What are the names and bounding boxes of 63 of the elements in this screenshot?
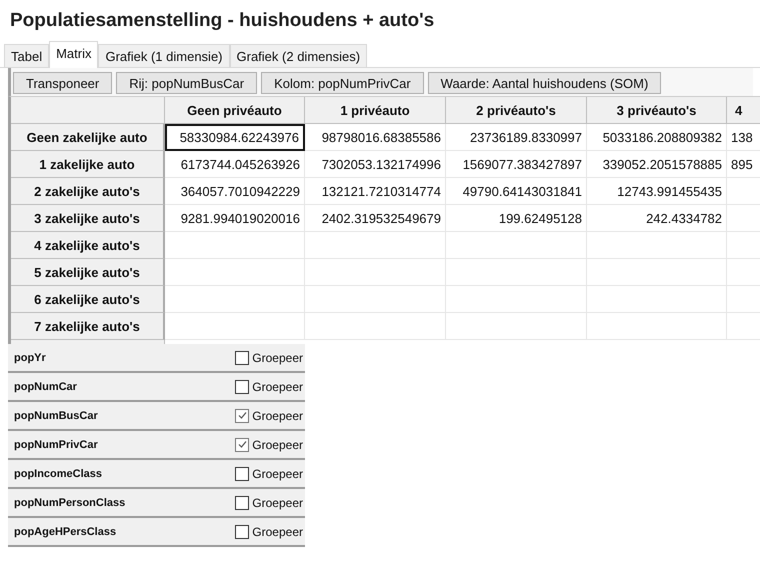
checkbox-label[interactable]: Groepeer	[252, 380, 305, 394]
row-header: 6 zakelijke auto's	[11, 286, 165, 313]
table-cell: 7302053.132174996	[305, 151, 446, 178]
row-header: 2 zakelijke auto's	[11, 178, 165, 205]
row-header: 5 zakelijke auto's	[11, 259, 165, 286]
toolbar-button[interactable]: Rij: popNumBusCar	[116, 72, 258, 94]
table-cell: 2402.319532549679	[305, 205, 446, 232]
tab[interactable]: Grafiek (1 dimensie)	[98, 44, 230, 67]
field-name: popNumBusCar	[14, 410, 99, 422]
table-cell: 12743.991455435	[587, 178, 727, 205]
table-cell: 1569077.383427897	[446, 151, 587, 178]
window-title: Populatiesamenstelling - huishoudens + auto's	[9, 9, 436, 33]
table-cell: 23736189.8330997	[446, 124, 587, 151]
checkbox[interactable]	[235, 466, 250, 480]
table-cell: 58330984.62243976	[165, 124, 305, 151]
checkbox[interactable]	[235, 438, 250, 452]
row-header: 4 zakelijke auto's	[11, 232, 165, 259]
checkbox-label[interactable]: Groepeer	[252, 438, 305, 452]
checkbox-label[interactable]: Groepeer	[252, 350, 305, 364]
toolbar-button[interactable]: Transponeer	[13, 72, 112, 94]
column-header: 1 privéauto	[305, 97, 446, 124]
table-cell: 9281.994019020016	[165, 205, 305, 232]
column-header: 3 privéauto's	[587, 97, 727, 124]
check-icon	[236, 439, 248, 450]
row-header: 1 zakelijke auto	[11, 151, 165, 178]
checkbox[interactable]	[235, 524, 250, 538]
checkbox-label[interactable]: Groepeer	[252, 466, 305, 480]
table-cell: 6173744.045263926	[165, 151, 305, 178]
checkbox-label[interactable]: Groepeer	[252, 496, 305, 510]
table-cell: 5033186.208809382	[587, 124, 727, 151]
table-cell: 364057.7010942229	[165, 178, 305, 205]
table-cell: 242.4334782	[587, 205, 727, 232]
toolbar-button[interactable]: Waarde: Aantal huishoudens (SOM)	[428, 72, 662, 94]
table-cell: 138	[727, 124, 760, 151]
field-name: popNumCar	[14, 380, 78, 392]
checkbox[interactable]	[235, 408, 250, 422]
field-name: popAgeHPersClass	[14, 526, 118, 538]
checkbox-label[interactable]: Groepeer	[252, 408, 305, 422]
toolbar-button[interactable]: Kolom: popNumPrivCar	[261, 72, 424, 94]
checkbox[interactable]	[235, 380, 250, 394]
row-header: 7 zakelijke auto's	[11, 313, 165, 340]
row-header: Geen zakelijke auto	[11, 124, 165, 151]
table-cell: 49790.64143031841	[446, 178, 587, 205]
table-cell: 895	[727, 151, 760, 178]
field-name: popNumPersonClass	[14, 496, 126, 508]
column-header: Geen privéauto	[165, 97, 305, 124]
tab[interactable]: Grafiek (2 dimensies)	[230, 44, 368, 67]
column-header: 4	[727, 97, 760, 124]
table-cell: 98798016.68385586	[305, 124, 446, 151]
field-name: popNumPrivCar	[14, 438, 99, 450]
field-name: popYr	[14, 352, 47, 364]
table-cell: 199.62495128	[446, 205, 587, 232]
table-cell: 339052.2051578885	[587, 151, 727, 178]
column-header: 2 privéauto's	[446, 97, 587, 124]
tab[interactable]: Tabel	[4, 44, 50, 67]
checkbox-label[interactable]: Groepeer	[252, 524, 305, 538]
tab[interactable]: Matrix	[49, 41, 98, 68]
field-name: popIncomeClass	[14, 468, 104, 480]
check-icon	[236, 410, 248, 421]
checkbox[interactable]	[235, 350, 250, 364]
row-header: 3 zakelijke auto's	[11, 205, 165, 232]
checkbox[interactable]	[235, 496, 250, 510]
table-cell: 132121.7210314774	[305, 178, 446, 205]
